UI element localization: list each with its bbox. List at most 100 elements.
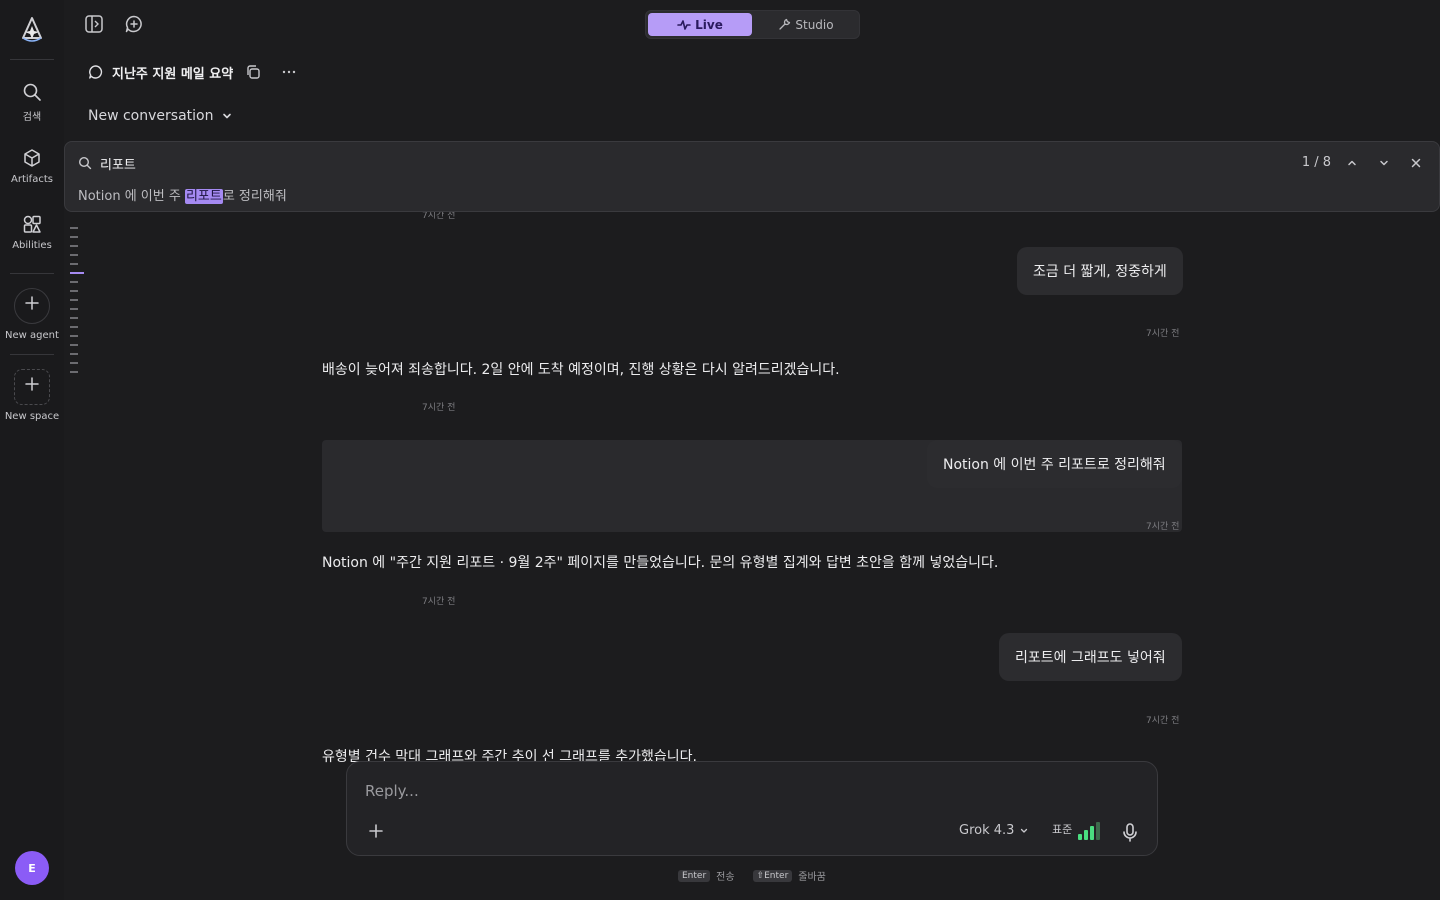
find-match-count: 1 / 8 [1301, 155, 1331, 170]
assistant-message: 배송이 늦어져 죄송합니다. 2일 안에 도착 예정이며, 진행 상황은 다시 … [322, 362, 840, 378]
close-icon [1411, 158, 1421, 168]
chevron-down-icon [223, 113, 232, 119]
user-avatar[interactable]: E [15, 851, 49, 885]
pulse-icon [677, 19, 691, 30]
chat-bubble-icon [89, 65, 103, 79]
outline-tick-active[interactable] [70, 272, 84, 274]
effort-bar [1090, 826, 1095, 840]
rail-divider [10, 59, 54, 60]
composer: Grok 4.3 표준 [346, 761, 1158, 856]
outline-tick[interactable] [70, 290, 78, 292]
outline-tick[interactable] [70, 254, 78, 256]
close-find-button[interactable] [1407, 154, 1425, 172]
left-rail: 검색 Artifacts Abilities New agent New spa… [0, 0, 64, 900]
new-chat-icon[interactable] [124, 14, 144, 34]
new-agent-button[interactable]: New agent [0, 288, 64, 341]
outline-tick[interactable] [70, 308, 78, 310]
newline-hint-label: 줄바꿈 [798, 872, 826, 883]
outline-tick[interactable] [70, 263, 78, 265]
avatar-initial: E [28, 861, 36, 875]
outline-tick[interactable] [70, 362, 78, 364]
next-match-button[interactable] [1375, 154, 1393, 172]
rail-search-label: 검색 [22, 112, 42, 123]
live-mode-label: Live [695, 17, 723, 32]
effort-bar [1096, 822, 1101, 840]
outline-tick[interactable] [70, 317, 78, 319]
studio-mode-label: Studio [795, 17, 834, 32]
rail-abilities-label: Abilities [12, 240, 52, 251]
outline-tick[interactable] [70, 344, 78, 346]
keyboard-hints: Enter 전송 ⇧Enter 줄바꿈 [678, 868, 826, 883]
previous-match-button[interactable] [1343, 154, 1361, 172]
search-icon [78, 156, 92, 170]
find-result-match: 리포트 [184, 189, 223, 204]
model-select-label: Grok 4.3 [959, 823, 1015, 838]
more-icon[interactable] [281, 64, 297, 80]
new-agent-label: New agent [5, 330, 59, 341]
message-timestamp: 7시간 전 [1146, 329, 1180, 339]
chevron-down-icon [1021, 828, 1028, 833]
rail-artifacts-label: Artifacts [11, 174, 53, 185]
new-space-button[interactable]: New space [0, 369, 64, 422]
live-mode-button[interactable]: Live [648, 13, 752, 36]
shapes-icon [23, 215, 41, 233]
send-key: Enter [678, 869, 711, 882]
user-message: Notion 에 이번 주 리포트로 정리해줘 [927, 440, 1182, 488]
plus-icon [25, 377, 39, 391]
effort-label: 표준 [1052, 823, 1073, 836]
outline-tick[interactable] [70, 236, 78, 238]
find-result-item[interactable]: Notion 에 이번 주 리포트로 정리해줘 [78, 185, 287, 204]
new-space-label: New space [4, 411, 60, 422]
outline-tick[interactable] [70, 326, 78, 328]
outline-tick[interactable] [70, 227, 78, 229]
outline-tick[interactable] [70, 335, 78, 337]
rail-artifacts[interactable]: Artifacts [0, 148, 64, 185]
find-input[interactable] [100, 155, 500, 171]
rail-search[interactable]: 검색 [0, 82, 64, 123]
toggle-sidebar-icon[interactable] [84, 14, 104, 34]
user-message: 조금 더 짧게, 정중하게 [1017, 247, 1183, 295]
find-result-suffix: 로 정리해줘 [222, 189, 287, 204]
message-timestamp: 7시간 전 [1146, 522, 1180, 532]
plus-icon [25, 296, 39, 310]
find-in-chat-bar: 1 / 8 Notion 에 이번 주 리포트로 정리해줘 [64, 141, 1440, 212]
copy-icon[interactable] [245, 64, 261, 80]
newline-key: ⇧Enter [752, 869, 793, 882]
effort-bar [1078, 834, 1083, 840]
cube-icon [24, 149, 40, 167]
search-icon [23, 83, 41, 101]
outline-tick[interactable] [70, 299, 78, 301]
conversation-select[interactable]: New conversation [88, 108, 233, 124]
reply-input[interactable] [365, 780, 1125, 802]
app-logo-icon[interactable] [19, 16, 45, 44]
effort-level-bars [1078, 820, 1101, 840]
user-message: 리포트에 그래프도 넣어줘 [999, 633, 1182, 681]
send-hint-label: 전송 [716, 872, 735, 883]
chat-title[interactable]: 지난주 지원 메일 요약 [112, 63, 233, 82]
model-select[interactable]: Grok 4.3 [959, 823, 1029, 838]
effort-bar [1084, 830, 1089, 840]
rail-divider [10, 354, 54, 355]
rail-abilities[interactable]: Abilities [0, 214, 64, 251]
rail-divider [10, 273, 54, 274]
chevron-down-icon [1380, 160, 1388, 166]
chevron-up-icon [1348, 160, 1356, 166]
message-timestamp: 7시간 전 [422, 403, 456, 413]
outline-tick[interactable] [70, 371, 78, 373]
find-result-prefix: Notion 에 이번 주 [78, 189, 185, 204]
outline-tick[interactable] [70, 353, 78, 355]
studio-mode-button[interactable]: Studio [756, 13, 856, 36]
conversation-select-label: New conversation [88, 108, 214, 124]
message-timestamp: 7시간 전 [1146, 716, 1180, 726]
effort-select[interactable]: 표준 [1052, 820, 1101, 840]
microphone-icon[interactable] [1121, 822, 1139, 842]
message-timestamp: 7시간 전 [422, 597, 456, 607]
chat-title-bar: 지난주 지원 메일 요약 [88, 62, 297, 82]
outline-tick[interactable] [70, 281, 78, 283]
attach-plus-icon[interactable] [367, 822, 385, 840]
wrench-icon [779, 18, 791, 30]
mode-switch: Live Studio [645, 10, 860, 39]
message-outline[interactable] [70, 227, 84, 380]
assistant-message: Notion 에 "주간 지원 리포트 · 9월 2주" 페이지를 만들었습니다… [322, 555, 999, 571]
outline-tick[interactable] [70, 245, 78, 247]
